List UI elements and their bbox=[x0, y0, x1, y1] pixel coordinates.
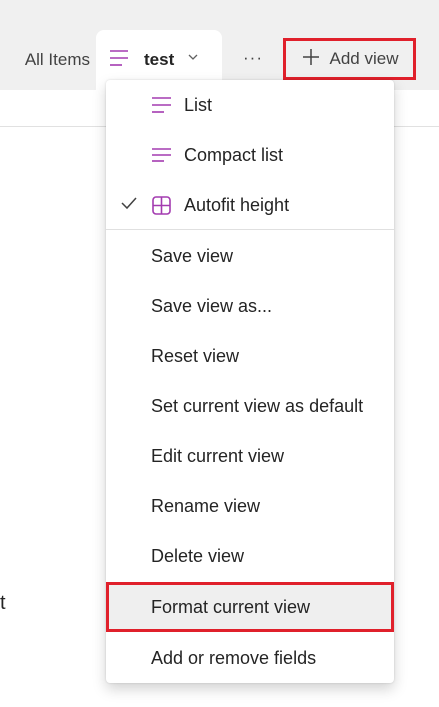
tab-label: test bbox=[144, 50, 175, 69]
menu-item-list[interactable]: List bbox=[106, 80, 394, 130]
menu-item-set-default[interactable]: Set current view as default bbox=[106, 381, 394, 431]
menu-divider bbox=[106, 229, 394, 230]
background-text: t bbox=[0, 592, 6, 614]
menu-item-rename-view[interactable]: Rename view bbox=[106, 481, 394, 531]
menu-item-label: Reset view bbox=[151, 345, 240, 366]
more-options-button[interactable]: ··· bbox=[234, 44, 272, 76]
view-options-menu: List Compact list Autofit height Save vi… bbox=[106, 80, 394, 683]
menu-item-delete-view[interactable]: Delete view bbox=[106, 531, 394, 581]
list-icon bbox=[108, 47, 130, 74]
menu-item-label: Set current view as default bbox=[151, 395, 364, 416]
add-view-label: Add view bbox=[329, 49, 399, 68]
menu-item-format-current-view[interactable]: Format current view bbox=[106, 582, 394, 632]
menu-item-label: Save view bbox=[151, 245, 234, 266]
menu-item-label: Rename view bbox=[151, 495, 261, 516]
menu-item-reset-view[interactable]: Reset view bbox=[106, 331, 394, 381]
list-icon bbox=[151, 95, 173, 120]
menu-item-label: Edit current view bbox=[151, 445, 285, 466]
plus-icon bbox=[301, 47, 321, 70]
menu-item-label: List bbox=[184, 94, 213, 115]
menu-item-edit-current-view[interactable]: Edit current view bbox=[106, 431, 394, 481]
menu-item-label: Add or remove fields bbox=[151, 647, 317, 668]
menu-item-save-view-as[interactable]: Save view as... bbox=[106, 281, 394, 331]
menu-item-autofit-height[interactable]: Autofit height bbox=[106, 180, 394, 230]
menu-item-add-remove-fields[interactable]: Add or remove fields bbox=[106, 633, 394, 683]
menu-item-compact-list[interactable]: Compact list bbox=[106, 130, 394, 180]
menu-item-label: Delete view bbox=[151, 545, 245, 566]
compact-list-icon bbox=[151, 145, 173, 170]
menu-item-save-view[interactable]: Save view bbox=[106, 231, 394, 281]
view-tabs-bar: All Items test ··· Add view bbox=[0, 0, 439, 100]
checkmark-icon bbox=[120, 194, 138, 217]
menu-item-label: Format current view bbox=[151, 596, 311, 617]
autofit-height-icon bbox=[151, 195, 173, 222]
tab-all-items[interactable]: All Items bbox=[0, 44, 90, 76]
menu-item-label: Compact list bbox=[184, 144, 284, 165]
add-view-button[interactable]: Add view bbox=[283, 38, 416, 80]
menu-item-label: Save view as... bbox=[151, 295, 273, 316]
chevron-down-icon[interactable] bbox=[188, 52, 198, 64]
menu-item-label: Autofit height bbox=[184, 194, 290, 215]
